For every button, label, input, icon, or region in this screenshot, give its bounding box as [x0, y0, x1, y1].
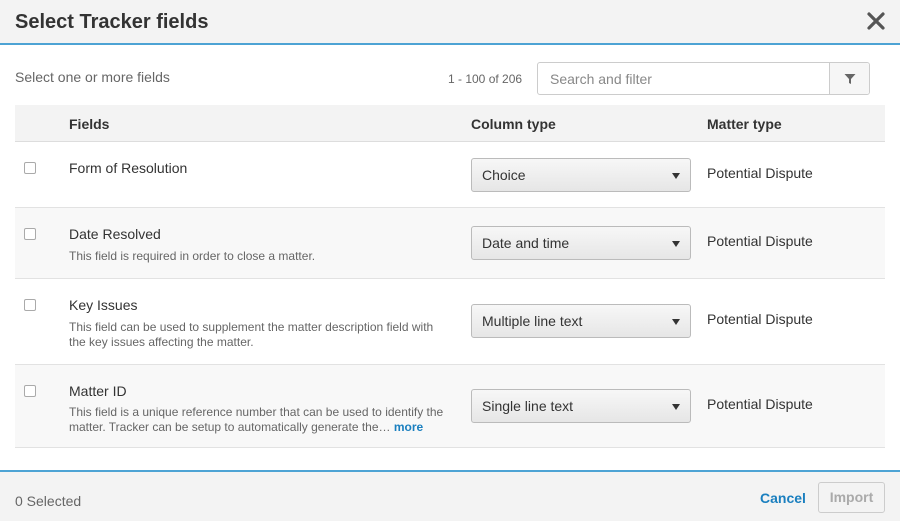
field-name: Date Resolved	[69, 226, 161, 242]
column-type-value: Date and time	[482, 235, 570, 251]
search-input[interactable]	[538, 63, 831, 94]
chevron-down-icon	[672, 241, 680, 247]
dialog-footer: 0 Selected Cancel Import	[0, 470, 900, 521]
matter-type: Potential Dispute	[707, 233, 813, 249]
filter-icon	[844, 73, 855, 84]
chevron-down-icon	[672, 319, 680, 325]
row-checkbox[interactable]	[24, 162, 36, 174]
table-row: Form of Resolution Choice Potential Disp…	[15, 142, 885, 208]
matter-type: Potential Dispute	[707, 165, 813, 181]
column-type-select[interactable]: Single line text	[471, 389, 691, 423]
matter-type-header: Matter type	[707, 116, 782, 132]
field-name: Key Issues	[69, 297, 138, 313]
column-type-value: Single line text	[482, 398, 574, 414]
field-name: Matter ID	[69, 383, 127, 399]
column-type-select[interactable]: Multiple line text	[471, 304, 691, 338]
row-checkbox[interactable]	[24, 299, 36, 311]
chevron-down-icon	[672, 404, 680, 410]
fields-column-header: Fields	[69, 116, 110, 132]
filter-button[interactable]	[829, 63, 869, 94]
column-type-value: Choice	[482, 167, 526, 183]
cancel-button[interactable]: Cancel	[760, 490, 806, 506]
dialog-header: Select Tracker fields	[0, 0, 900, 45]
instructions-text: Select one or more fields	[15, 69, 170, 85]
column-type-header: Column type	[471, 116, 556, 132]
field-name: Form of Resolution	[69, 160, 188, 176]
row-checkbox[interactable]	[24, 385, 36, 397]
import-button[interactable]: Import	[818, 482, 885, 513]
selected-count: 0 Selected	[15, 493, 82, 509]
matter-type: Potential Dispute	[707, 311, 813, 327]
chevron-down-icon	[672, 173, 680, 179]
more-link[interactable]: more	[394, 420, 423, 434]
row-checkbox[interactable]	[24, 228, 36, 240]
table-row: Date Resolved This field is required in …	[15, 208, 885, 279]
field-description-text: This field is a unique reference number …	[69, 405, 444, 434]
table-header: Fields Column type Matter type	[15, 105, 885, 142]
close-icon[interactable]	[865, 10, 887, 32]
search-box	[537, 62, 870, 95]
pagination-count: 1 - 100 of 206	[448, 72, 523, 86]
field-description: This field can be used to supplement the…	[69, 320, 434, 349]
dialog-title: Select Tracker fields	[15, 11, 209, 33]
field-description: This field is a unique reference number …	[69, 405, 449, 435]
table-row: Key Issues This field can be used to sup…	[15, 279, 885, 365]
column-type-select[interactable]: Choice	[471, 158, 691, 192]
column-type-select[interactable]: Date and time	[471, 226, 691, 260]
matter-type: Potential Dispute	[707, 396, 813, 412]
field-description: This field is required in order to close…	[69, 249, 316, 263]
fields-table: Fields Column type Matter type Form of R…	[15, 105, 885, 448]
table-row: Matter ID This field is a unique referen…	[15, 365, 885, 448]
column-type-value: Multiple line text	[482, 313, 583, 329]
